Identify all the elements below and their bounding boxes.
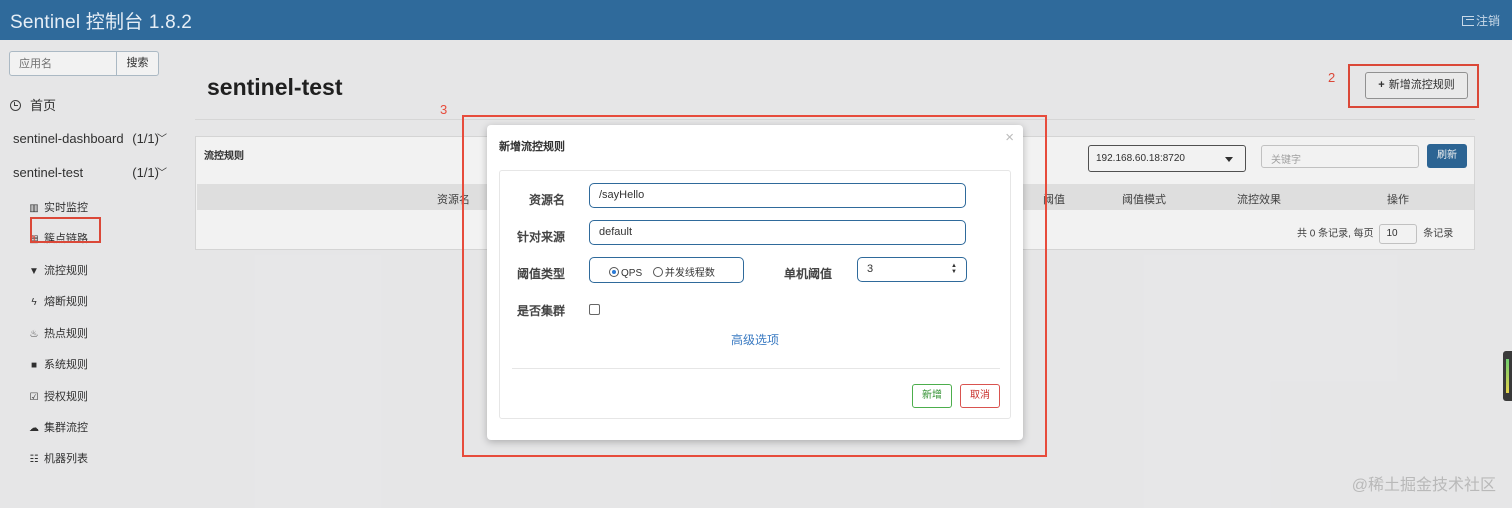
limit-origin-input[interactable]: default (589, 220, 966, 245)
radio-qps-label: QPS (621, 268, 643, 279)
sign-out-icon (1461, 16, 1474, 26)
resource-label: 资源名 (529, 193, 566, 207)
watermark: @稀土掘金技术社区 (1351, 477, 1496, 494)
divider (512, 368, 1000, 369)
radio-selected-icon (609, 267, 619, 277)
origin-label: 针对来源 (517, 230, 566, 244)
radio-empty-icon (652, 267, 663, 277)
spinner-arrows-icon[interactable]: ▲ ▼ (951, 263, 957, 275)
cluster-label: 是否集群 (517, 304, 566, 318)
threshold-type-label: 阈值类型 (517, 267, 566, 281)
close-icon[interactable]: × (1005, 129, 1014, 146)
brand-title[interactable]: Sentinel 控制台 1.8.2 (10, 7, 192, 34)
dialog-form: 资源名 /sayHello 针对来源 default 阈值类型 QPS 并发线程… (499, 170, 1011, 419)
dialog-title: 新增流控规则 (499, 141, 565, 153)
threshold-count-input[interactable]: 3 ▲ ▼ (857, 257, 967, 282)
threshold-type-radio-group: QPS 并发线程数 (589, 257, 744, 283)
add-flow-rule-dialog: 新增流控规则 × 资源名 /sayHello 针对来源 default 阈值类型… (487, 125, 1023, 440)
radio-qps[interactable]: QPS (609, 267, 643, 279)
logout-link[interactable]: 注销 (1461, 12, 1500, 29)
single-threshold-label: 单机阈值 (784, 267, 833, 281)
logout-label: 注销 (1475, 14, 1500, 28)
threshold-count-value: 3 (867, 263, 874, 275)
radio-threads[interactable]: 并发线程数 (652, 267, 715, 279)
save-button[interactable]: 新增 (912, 384, 952, 408)
advanced-options-link[interactable]: 高级选项 (500, 331, 1010, 348)
annotation-number-3: 3 (440, 102, 448, 117)
cancel-button[interactable]: 取消 (960, 384, 1000, 408)
radio-threads-label: 并发线程数 (664, 268, 715, 279)
resource-name-input[interactable]: /sayHello (589, 183, 966, 208)
cluster-mode-checkbox[interactable] (589, 304, 600, 315)
top-navbar: Sentinel 控制台 1.8.2 注销 (0, 0, 1512, 40)
side-widget[interactable] (1503, 351, 1512, 401)
